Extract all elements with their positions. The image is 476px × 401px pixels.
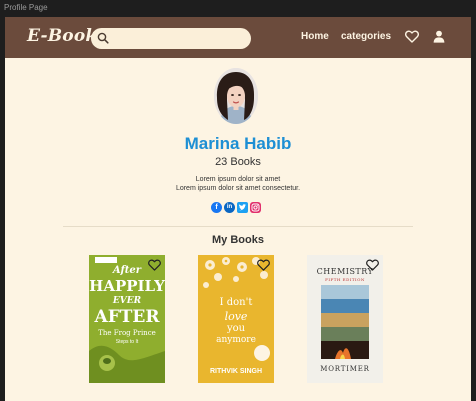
book-2-cover-line-4: anymore xyxy=(216,335,256,345)
twitter-icon[interactable] xyxy=(237,202,248,213)
nav-home-link[interactable]: Home xyxy=(301,31,329,42)
window-title: Profile Page xyxy=(4,3,48,12)
book-2-cover-line-1: I don't xyxy=(219,297,253,308)
search-icon[interactable] xyxy=(97,32,109,44)
linkedin-icon[interactable]: in xyxy=(224,202,235,213)
profile-bio-line-1: Lorem ipsum dolor sit amet xyxy=(195,176,281,183)
instagram-camera-glyph xyxy=(251,203,260,212)
book-card-1[interactable]: After HAPPILY EVER AFTER The Frog Prince… xyxy=(89,255,165,383)
social-links: f in xyxy=(211,202,263,214)
book-card-3[interactable]: CHEMISTRY FIFTH EDITION MORTIMER xyxy=(307,255,383,383)
profile-page: E-Books Home categories Marina Habib 23 … xyxy=(5,17,471,401)
favorite-heart-icon[interactable] xyxy=(257,259,270,271)
book-1-tagline: Steps to It xyxy=(115,339,139,345)
book-1-cover-line-4: AFTER xyxy=(94,307,160,327)
book-1-cover-line-2: HAPPILY xyxy=(89,277,165,295)
section-divider xyxy=(63,226,413,227)
book-2-author: RITHVIK SINGH xyxy=(209,368,263,375)
favorite-heart-icon[interactable] xyxy=(148,259,161,271)
books-count: 23 Books xyxy=(215,156,261,168)
book-3-author: MORTIMER xyxy=(320,365,370,373)
facebook-icon[interactable]: f xyxy=(211,202,222,213)
book-1-cover-line-3: EVER xyxy=(112,296,142,306)
twitter-bird-glyph xyxy=(239,204,247,211)
book-2-cover-line-3: you xyxy=(226,323,246,334)
top-navbar: E-Books Home categories xyxy=(5,17,471,58)
avatar xyxy=(214,68,258,124)
favorite-heart-icon[interactable] xyxy=(366,259,379,271)
avatar-illustration xyxy=(214,68,258,124)
user-icon[interactable] xyxy=(433,30,445,43)
book-1-subtitle: The Frog Prince xyxy=(98,329,156,337)
instagram-icon[interactable] xyxy=(250,202,261,213)
book-3-edition: FIFTH EDITION xyxy=(325,277,365,282)
heart-icon[interactable] xyxy=(405,30,419,43)
book-2-cover-line-2: love xyxy=(224,310,248,323)
book-card-2[interactable]: I don't love you anymore RITHVIK SINGH xyxy=(198,255,274,383)
profile-name: Marina Habib xyxy=(184,134,292,153)
search-bar[interactable] xyxy=(91,28,251,49)
my-books-heading: My Books xyxy=(212,234,264,246)
search-input[interactable] xyxy=(111,30,243,47)
nav-categories-link[interactable]: categories xyxy=(341,31,391,42)
profile-bio-line-2: Lorem ipsum dolor sit amet consectetur. xyxy=(175,185,301,192)
